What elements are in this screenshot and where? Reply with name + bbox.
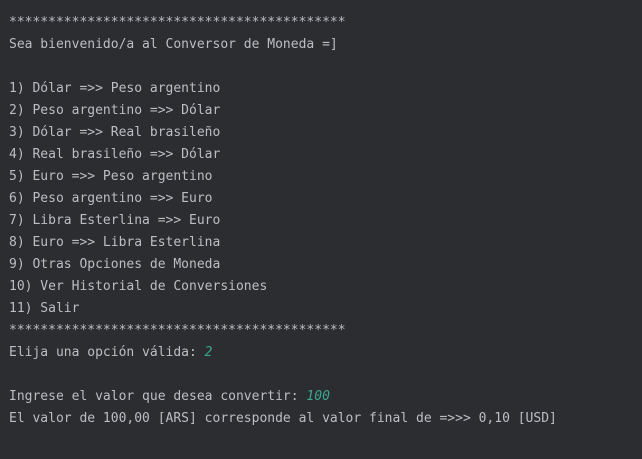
menu-item: 6) Peso argentino =>> Euro (9, 191, 213, 206)
menu-item: 5) Euro =>> Peso argentino (9, 169, 213, 184)
menu-item: 3) Dólar =>> Real brasileño (9, 125, 221, 140)
amount-prompt: Ingrese el valor que desea convertir: (9, 389, 307, 404)
welcome-message: Sea bienvenido/a al Conversor de Moneda … (9, 37, 338, 52)
separator-bottom: ****************************************… (9, 323, 346, 338)
amount-input[interactable]: 100 (306, 389, 329, 404)
menu-item: 10) Ver Historial de Conversiones (9, 279, 268, 294)
menu-item: 7) Libra Esterlina =>> Euro (9, 213, 221, 228)
option-prompt-line: Elija una opción válida: 2 (9, 342, 642, 364)
menu-item: 1) Dólar =>> Peso argentino (9, 81, 221, 96)
option-prompt: Elija una opción válida: (9, 345, 205, 360)
menu-item: 11) Salir (9, 301, 80, 316)
amount-prompt-line: Ingrese el valor que desea convertir: 10… (9, 386, 642, 408)
separator-top: ****************************************… (9, 15, 346, 30)
option-input[interactable]: 2 (205, 345, 213, 360)
console-output[interactable]: ****************************************… (0, 0, 642, 459)
menu-item: 4) Real brasileño =>> Dólar (9, 147, 221, 162)
conversion-result: El valor de 100,00 [ARS] corresponde al … (9, 411, 557, 426)
menu-item: 2) Peso argentino =>> Dólar (9, 103, 221, 118)
menu-item: 9) Otras Opciones de Moneda (9, 257, 221, 272)
menu-item: 8) Euro =>> Libra Esterlina (9, 235, 221, 250)
